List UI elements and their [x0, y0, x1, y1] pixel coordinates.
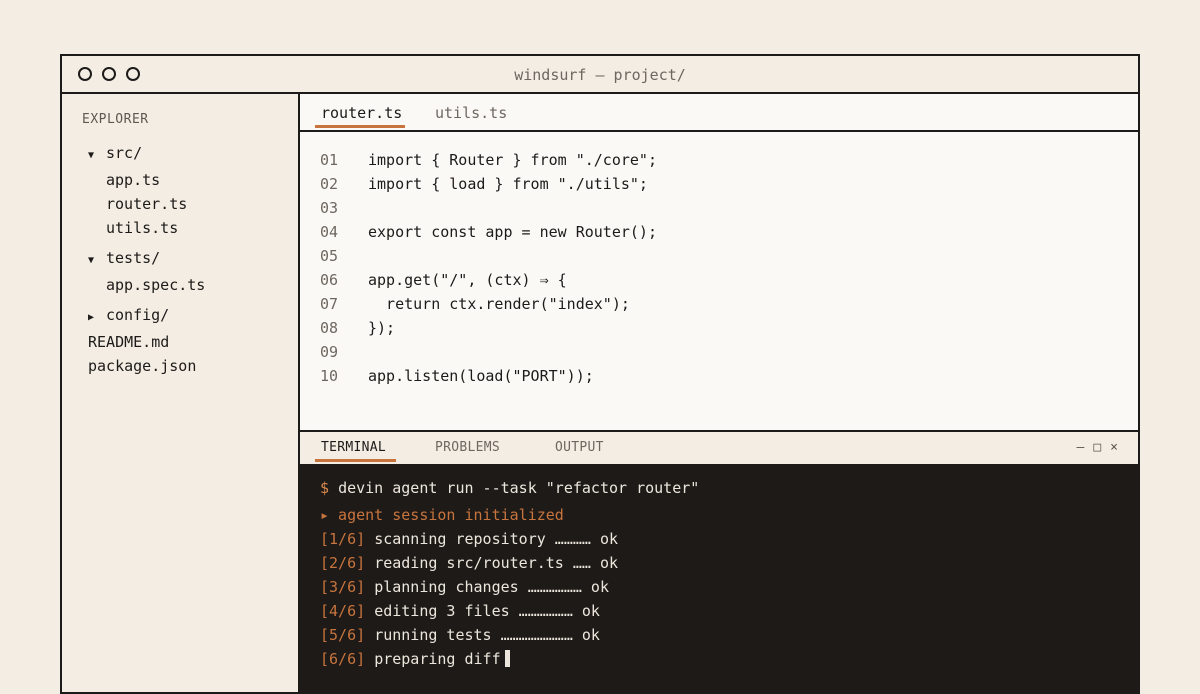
ide-window: windsurf — project/ EXPLORER ▼ src/app.ts… [60, 54, 1140, 694]
tree-folder[interactable]: ▼ src/ [62, 141, 298, 168]
tree-item-label: src/ [106, 144, 143, 162]
step-counter: [1/6] [320, 530, 366, 548]
step-text: preparing diff [374, 650, 501, 668]
editor-tabs: router.ts utils.ts [300, 94, 1138, 132]
code-line: 01 import { Router } from "./core"; [300, 148, 1138, 172]
line-number: 09 [320, 343, 339, 361]
terminal-info-line: ▸ agent session initialized [320, 506, 564, 524]
step-counter: [4/6] [320, 602, 366, 620]
line-number: 10 [320, 367, 339, 385]
chevron-down-icon[interactable]: ▼ [88, 144, 106, 168]
code-text: app.get("/", (ctx) ⇒ { [368, 271, 567, 289]
tree-file[interactable]: utils.ts [62, 216, 298, 240]
close-panel-icon[interactable]: × [1110, 440, 1118, 455]
tree-item-label: app.spec.ts [106, 276, 206, 294]
code-line: 03 [300, 196, 1138, 220]
line-number: 03 [320, 199, 339, 217]
line-number: 01 [320, 151, 339, 169]
tab-output[interactable]: OUTPUT [555, 440, 604, 455]
terminal-command-line: $ devin agent run --task "refactor route… [320, 476, 1138, 500]
code-text: export const app = new Router(); [368, 223, 657, 241]
step-counter: [3/6] [320, 578, 366, 596]
tree-item-label: router.ts [106, 195, 188, 213]
terminal-step: [6/6] preparing diff [320, 647, 1138, 671]
tree-file[interactable]: app.spec.ts [62, 273, 298, 297]
terminal-step: [4/6] editing 3 files ……………… ok [320, 599, 1138, 623]
tree-file[interactable]: router.ts [62, 192, 298, 216]
step-text: planning changes ……………… ok [374, 578, 609, 596]
step-counter: [5/6] [320, 626, 366, 644]
code-line: 02 import { load } from "./utils"; [300, 172, 1138, 196]
terminal-prompt: $ [320, 479, 330, 497]
panel-tabs: TERMINAL PROBLEMS OUTPUT — □ × [300, 430, 1138, 464]
tree-item-label: package.json [88, 357, 197, 375]
tree-item-label: tests/ [106, 249, 161, 267]
terminal-step: [1/6] scanning repository ………… ok [320, 527, 1138, 551]
tree-item-label: config/ [106, 306, 170, 324]
code-text: app.listen(load("PORT")); [368, 367, 594, 385]
tree-file[interactable]: README.md [62, 330, 298, 354]
tree-file[interactable]: package.json [62, 354, 298, 378]
step-counter: [6/6] [320, 650, 366, 668]
tree-folder[interactable]: ▼ tests/ [62, 246, 298, 273]
code-text: return ctx.render("index"); [368, 295, 630, 313]
tree-folder[interactable]: ▶ config/ [62, 303, 298, 330]
code-editor: router.ts utils.ts 01 import { Router } f… [300, 94, 1138, 432]
terminal-steps: [1/6] scanning repository ………… ok [2/6] r… [320, 527, 1138, 671]
title-bar: windsurf — project/ [62, 56, 1138, 94]
code-line: 05 [300, 244, 1138, 268]
code-text: import { load } from "./utils"; [368, 175, 648, 193]
window-title: windsurf — project/ [514, 66, 686, 84]
code-text: import { Router } from "./core"; [368, 151, 657, 169]
code-text: }); [368, 319, 396, 337]
tab-utils-ts[interactable]: utils.ts [435, 104, 507, 122]
code-line: 06 app.get("/", (ctx) ⇒ { [300, 268, 1138, 292]
terminal-step: [2/6] reading src/router.ts …… ok [320, 551, 1138, 575]
code-area[interactable]: 01 import { Router } from "./core"; 02 impo… [300, 132, 1138, 388]
tab-terminal[interactable]: TERMINAL [321, 440, 386, 455]
line-number: 04 [320, 223, 339, 241]
terminal-cursor [504, 650, 510, 667]
line-number: 07 [320, 295, 339, 313]
chevron-down-icon[interactable]: ▼ [88, 249, 106, 273]
maximize-panel-icon[interactable]: □ [1093, 440, 1101, 455]
step-counter: [2/6] [320, 554, 366, 572]
terminal-step: [3/6] planning changes ……………… ok [320, 575, 1138, 599]
tree-item-label: README.md [88, 333, 170, 351]
line-number: 02 [320, 175, 339, 193]
active-panel-tab-indicator [315, 459, 396, 462]
tree-file[interactable]: app.ts [62, 168, 298, 192]
code-line: 07 return ctx.render("index"); [300, 292, 1138, 316]
tree-item-label: utils.ts [106, 219, 179, 237]
panel-controls: — □ × [1077, 440, 1118, 455]
step-text: editing 3 files ……………… ok [374, 602, 600, 620]
line-number: 05 [320, 247, 339, 265]
file-tree: ▼ src/app.ts router.ts utils.ts ▼ tests/app.s… [62, 141, 298, 378]
step-text: scanning repository ………… ok [374, 530, 619, 548]
code-line: 04 export const app = new Router(); [300, 220, 1138, 244]
code-line: 09 [300, 340, 1138, 364]
explorer-label: EXPLORER [82, 112, 149, 127]
step-text: running tests …………………… ok [374, 626, 600, 644]
code-line: 10 app.listen(load("PORT")); [300, 364, 1138, 388]
line-number: 08 [320, 319, 339, 337]
terminal[interactable]: $ devin agent run --task "refactor route… [300, 464, 1138, 692]
step-text: reading src/router.ts …… ok [374, 554, 619, 572]
tab-problems[interactable]: PROBLEMS [435, 440, 500, 455]
tree-item-label: app.ts [106, 171, 161, 189]
tab-router-ts[interactable]: router.ts [321, 104, 402, 122]
terminal-step: [5/6] running tests …………………… ok [320, 623, 1138, 647]
explorer-sidebar: EXPLORER ▼ src/app.ts router.ts utils.ts ▼ te… [62, 94, 300, 692]
code-line: 08}); [300, 316, 1138, 340]
minimize-panel-icon[interactable]: — [1077, 440, 1085, 455]
terminal-command: devin agent run --task "refactor router" [338, 479, 700, 497]
active-tab-indicator [315, 125, 405, 128]
line-number: 06 [320, 271, 339, 289]
chevron-right-icon[interactable]: ▶ [88, 306, 106, 330]
